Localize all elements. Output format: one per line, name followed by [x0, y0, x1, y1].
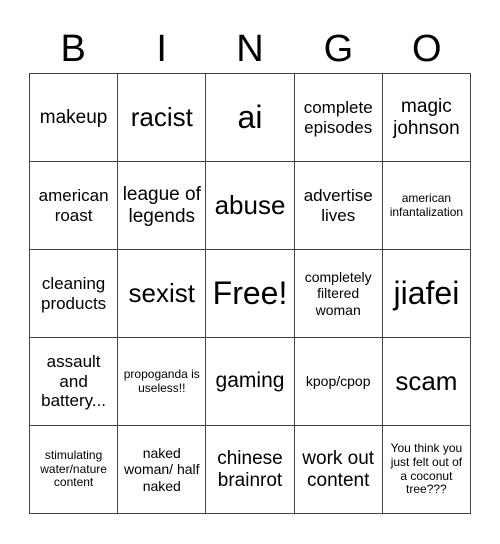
bingo-cell[interactable]: cleaning products — [30, 250, 119, 338]
bingo-header: B I N G O — [29, 26, 471, 72]
bingo-cell[interactable]: naked woman/ half naked — [118, 426, 207, 514]
bingo-cell[interactable]: completely filtered woman — [294, 250, 383, 338]
bingo-cell[interactable]: scam — [382, 338, 471, 426]
bingo-cell[interactable]: stimulating water/nature content — [30, 426, 119, 514]
bingo-cell[interactable]: You think you just felt out of a coconut… — [382, 426, 471, 514]
bingo-cell[interactable]: advertise lives — [294, 162, 383, 250]
bingo-cell[interactable]: jiafei — [382, 250, 471, 338]
bingo-cell[interactable]: sexist — [118, 250, 207, 338]
bingo-cell[interactable]: chinese brainrot — [206, 426, 295, 514]
bingo-cell[interactable]: kpop/cpop — [294, 338, 383, 426]
header-letter-i: I — [156, 28, 167, 70]
bingo-cell[interactable]: assault and battery... — [30, 338, 119, 426]
bingo-cell[interactable]: ai — [206, 74, 295, 162]
bingo-cell[interactable]: gaming — [206, 338, 295, 426]
bingo-card: makeup racist ai complete episodes magic… — [29, 73, 471, 514]
bingo-cell[interactable]: racist — [118, 74, 207, 162]
bingo-cell[interactable]: complete episodes — [294, 74, 383, 162]
bingo-cell[interactable]: abuse — [206, 162, 295, 250]
bingo-cell[interactable]: league of legends — [118, 162, 207, 250]
bingo-cell[interactable]: magic johnson — [382, 74, 471, 162]
bingo-cell[interactable]: work out content — [294, 426, 383, 514]
bingo-cell[interactable]: american roast — [30, 162, 119, 250]
header-letter-n: N — [236, 28, 264, 70]
free-space-cell[interactable]: Free! — [206, 250, 295, 338]
header-letter-g: G — [323, 28, 354, 70]
header-letter-o: O — [412, 28, 442, 70]
bingo-cell[interactable]: american infantalization — [382, 162, 471, 250]
bingo-cell[interactable]: makeup — [30, 74, 119, 162]
header-letter-b: B — [60, 28, 86, 70]
bingo-cell[interactable]: propoganda is useless!! — [118, 338, 207, 426]
